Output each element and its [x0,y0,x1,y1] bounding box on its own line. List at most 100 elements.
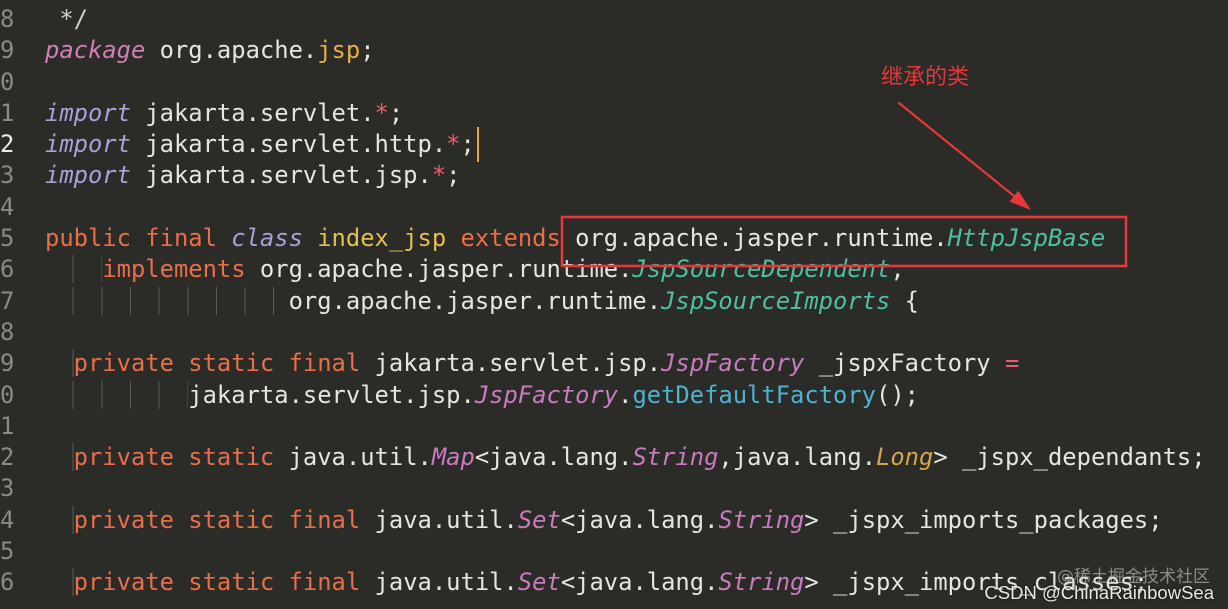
code-token[interactable]: Set [518,506,561,534]
code-token[interactable]: private [74,443,174,471]
code-token[interactable] [217,224,231,252]
line-number[interactable]: 2 [0,129,18,160]
line-number[interactable]: 0 [0,67,18,98]
code-token[interactable] [174,506,188,534]
code-token[interactable] [174,568,188,596]
code-token[interactable]: getDefaultFactory [632,381,876,409]
line-number[interactable]: 4 [0,192,18,223]
code-token[interactable]: static [188,349,274,377]
code-token[interactable]: implements [102,255,245,283]
code-token[interactable]: ,java.lang. [718,443,876,471]
code-indent[interactable] [45,380,189,409]
code-token[interactable]: org.apache.jasper.runtime. [246,255,633,283]
code-token[interactable]: index_jsp [317,224,446,252]
code-token[interactable]: static [188,568,274,596]
code-token[interactable]: HttpJspBase [948,224,1106,252]
code-token[interactable]: <java.lang. [561,506,719,534]
code-line[interactable]: implements org.apache.jasper.runtime.Jsp… [45,254,1228,285]
code-token[interactable]: JspSourceImports [661,287,890,315]
code-indent[interactable] [45,568,74,597]
code-token[interactable] [131,224,145,252]
code-token[interactable]: _jspxFactory [804,349,1005,377]
code-token[interactable] [446,224,460,252]
code-token[interactable] [274,568,288,596]
code-token[interactable]: final [289,349,361,377]
code-line[interactable] [45,536,1228,567]
code-token[interactable]: import [45,99,131,127]
code-token[interactable]: JspFactory [475,381,618,409]
code-indent[interactable] [45,443,74,472]
code-token[interactable]: String [718,506,804,534]
code-line[interactable]: package org.apache.jsp; [45,35,1228,66]
line-number[interactable]: 9 [0,348,18,379]
code-token[interactable]: package [45,36,145,64]
code-line[interactable]: */ [45,4,1228,35]
code-token[interactable] [274,506,288,534]
line-number[interactable]: 1 [0,98,18,129]
code-line[interactable] [45,192,1228,223]
code-line[interactable] [45,411,1228,442]
code-token[interactable]: final [289,568,361,596]
code-token[interactable]: jakarta.servlet.jsp. [188,381,475,409]
code-token[interactable]: jsp [317,36,360,64]
code-line[interactable]: public final class index_jsp extends org… [45,223,1228,254]
code-line[interactable]: private static java.util.Map<java.lang.S… [45,442,1228,473]
line-number-gutter[interactable]: 8901234567890123456 [0,4,18,599]
code-token[interactable]: class [231,224,303,252]
code-token[interactable]: Set [518,568,561,596]
code-token[interactable]: { [890,287,919,315]
code-token[interactable]: ; [389,99,403,127]
code-token[interactable]: private [74,506,174,534]
code-token[interactable]: private [74,349,174,377]
code-token[interactable]: String [632,443,718,471]
code-token[interactable] [174,349,188,377]
code-token[interactable]: org.apache.jasper.runtime. [561,224,948,252]
code-token[interactable]: import [45,130,131,158]
code-line[interactable]: import jakarta.servlet.*; [45,98,1228,129]
code-token[interactable]: jakarta.servlet.jsp. [131,161,432,189]
code-token[interactable]: import [45,161,131,189]
code-indent[interactable] [45,505,74,534]
code-token[interactable]: = [1005,349,1019,377]
line-number[interactable]: 8 [0,4,18,35]
code-token[interactable]: java.util. [360,506,518,534]
code-token[interactable]: static [188,443,274,471]
line-number[interactable]: 4 [0,505,18,536]
code-token[interactable]: * [446,130,460,158]
code-line[interactable] [45,67,1228,98]
code-token[interactable]: final [145,224,217,252]
code-token[interactable]: Long [876,443,933,471]
line-number[interactable]: 0 [0,380,18,411]
code-token[interactable]: * [432,161,446,189]
code-token[interactable]: java.util. [360,568,518,596]
code-token[interactable]: > _jspx_dependants; [933,443,1205,471]
code-token[interactable]: static [188,506,274,534]
code-token[interactable] [274,349,288,377]
code-line[interactable]: jakarta.servlet.jsp.JspFactory.getDefaul… [45,380,1228,411]
code-token[interactable]: extends [461,224,561,252]
code-token[interactable]: * [375,99,389,127]
code-token[interactable]: JspSourceDependent [632,255,890,283]
code-token[interactable]: org.apache. [145,36,318,64]
code-token[interactable]: */ [45,5,88,33]
code-line[interactable]: import jakarta.servlet.http.*; [45,127,1228,163]
line-number[interactable]: 5 [0,536,18,567]
line-number[interactable]: 6 [0,254,18,285]
code-token[interactable]: private [74,568,174,596]
code-token[interactable]: java.util. [274,443,432,471]
code-indent[interactable] [45,349,74,378]
code-token[interactable] [303,224,317,252]
line-number[interactable]: 3 [0,473,18,504]
code-token[interactable]: public [45,224,131,252]
code-indent[interactable] [45,286,289,315]
code-token[interactable]: > _jspx_imports_packages; [804,506,1162,534]
code-token[interactable]: . [618,381,632,409]
line-number[interactable]: 6 [0,567,18,598]
code-token[interactable]: ; [360,36,374,64]
line-number[interactable]: 8 [0,317,18,348]
line-number[interactable]: 2 [0,442,18,473]
code-token[interactable]: ; [461,130,475,158]
code-indent[interactable] [45,255,103,284]
code-line[interactable] [45,473,1228,504]
line-number[interactable]: 5 [0,223,18,254]
